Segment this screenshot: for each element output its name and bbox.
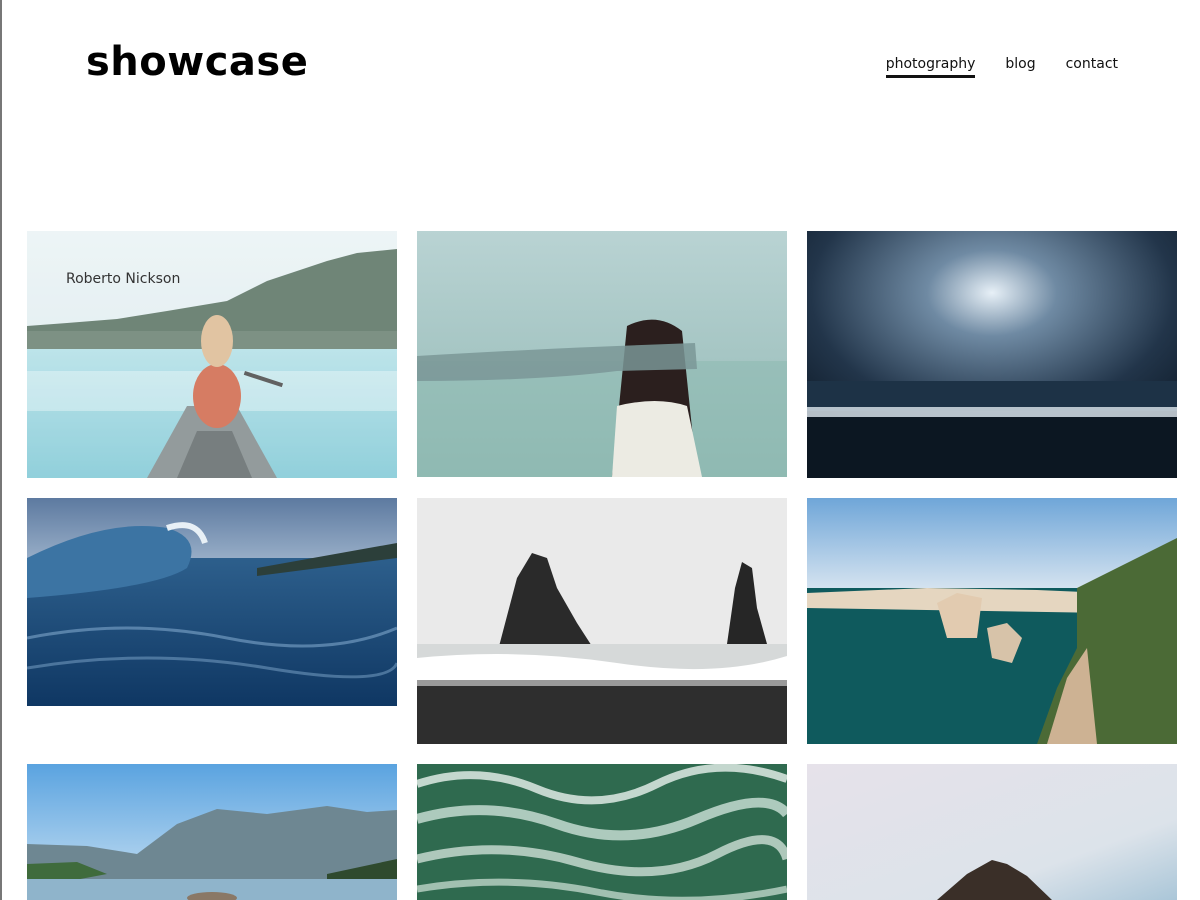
coastal-cliffs-image <box>807 498 1177 744</box>
nav-photography[interactable]: photography <box>885 54 976 78</box>
gallery-photo-canoe[interactable]: Roberto Nickson <box>27 231 397 478</box>
left-edge-rule <box>0 0 2 900</box>
sea-stacks-image <box>417 498 787 744</box>
gallery-photo-wave[interactable] <box>27 498 397 706</box>
gallery-photo-seastacks[interactable] <box>417 498 787 744</box>
blindfold-sea-image <box>417 231 787 477</box>
ocean-foam-image <box>417 764 787 900</box>
mountain-lake-image <box>27 764 397 900</box>
storm-beach-image <box>807 231 1177 478</box>
rock-silhouette-image <box>807 764 1177 900</box>
photo-caption: Roberto Nickson <box>66 271 181 287</box>
canoe-lake-image <box>27 231 397 478</box>
gallery-photo-mountain-lake[interactable] <box>27 764 397 900</box>
gallery-photo-ocean-foam[interactable] <box>417 764 787 900</box>
wave-image <box>27 498 397 706</box>
gallery-photo-cliffs[interactable] <box>807 498 1177 744</box>
nav-contact[interactable]: contact <box>1066 54 1118 78</box>
site-logo[interactable]: showcase <box>86 38 308 86</box>
gallery-photo-blindfold[interactable] <box>417 231 787 477</box>
nav-blog[interactable]: blog <box>1005 54 1035 78</box>
gallery-photo-storm[interactable] <box>807 231 1177 478</box>
gallery-photo-rock[interactable] <box>807 764 1177 900</box>
main-nav: photography blog contact <box>885 54 1118 78</box>
